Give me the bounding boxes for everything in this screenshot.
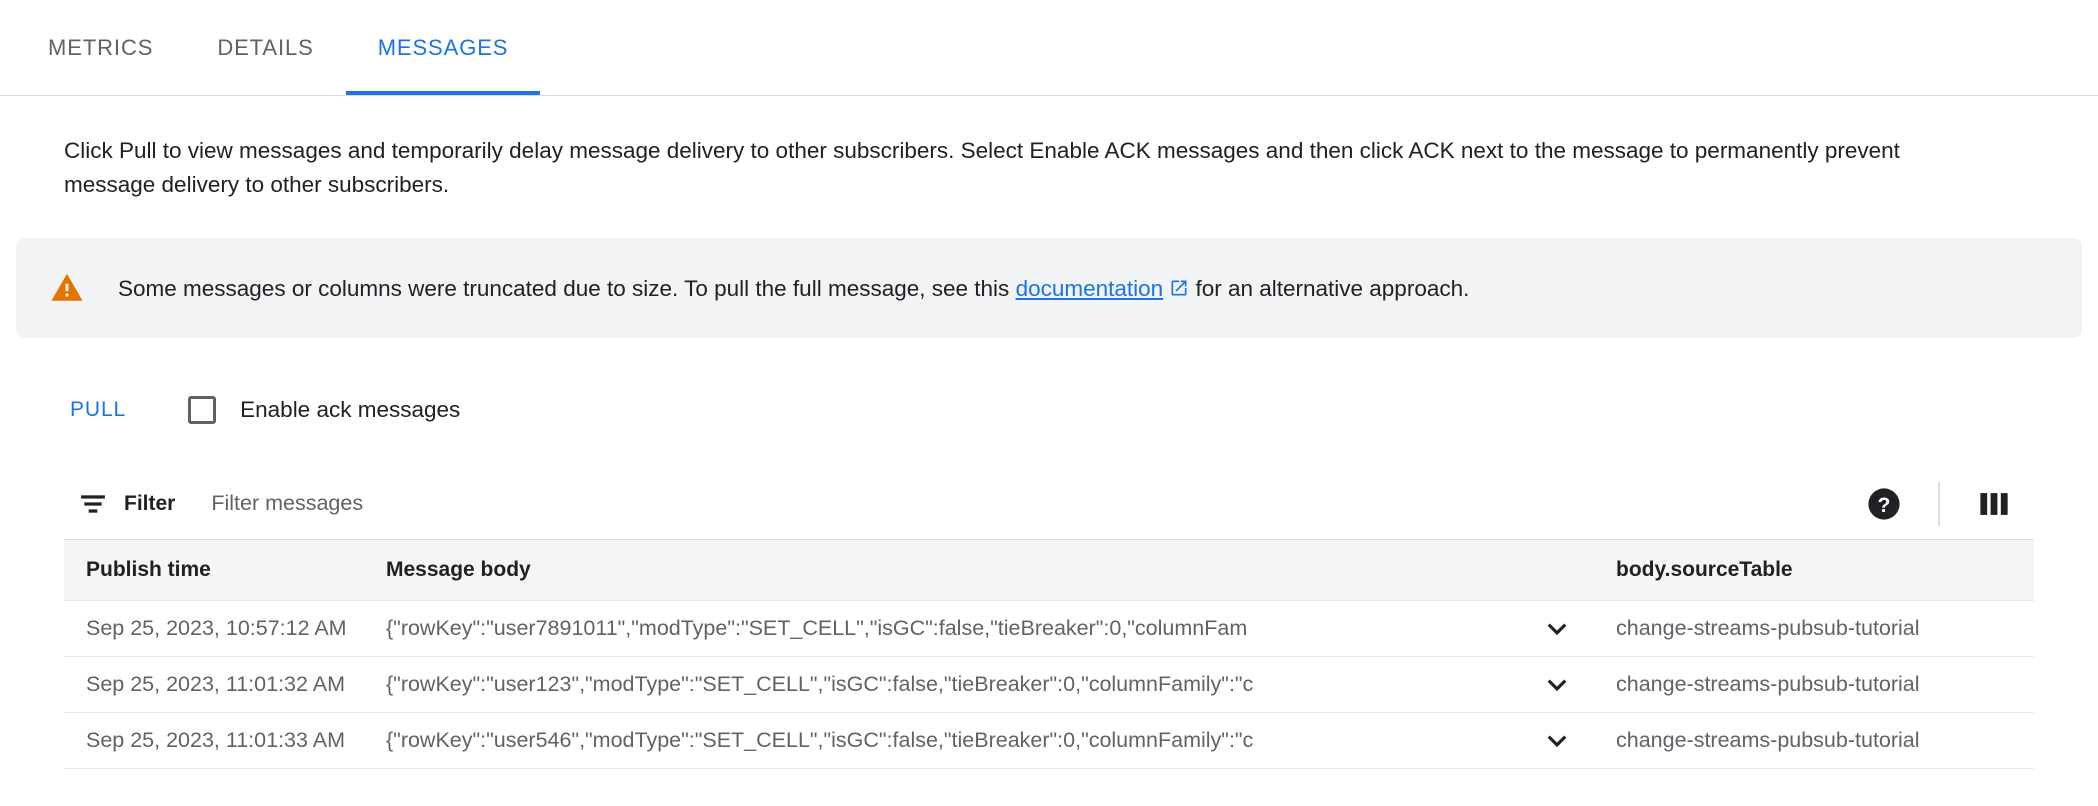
cell-expand[interactable]	[1498, 712, 1594, 769]
tab-bar: METRICS DETAILS MESSAGES	[0, 0, 2098, 96]
enable-ack-messages-checkbox[interactable]	[188, 396, 217, 425]
banner-text-before: Some messages or columns were truncated …	[118, 275, 1010, 301]
intro-description: Click Pull to view messages and temporar…	[64, 138, 1900, 198]
truncation-warning-banner: Some messages or columns were truncated …	[16, 238, 2082, 339]
table-header-row: Publish time Message body body.sourceTab…	[64, 540, 2034, 601]
filter-label: Filter	[124, 491, 176, 515]
banner-text-after: for an alternative approach.	[1195, 275, 1470, 301]
filter-bar-actions: ?	[1862, 481, 2016, 526]
warning-triangle-icon	[51, 274, 83, 302]
tab-messages[interactable]: MESSAGES	[345, 0, 541, 95]
svg-text:?: ?	[1878, 493, 1891, 517]
column-header-source-table[interactable]: body.sourceTable	[1594, 540, 2034, 601]
cell-message-body: {"rowKey":"user123","modType":"SET_CELL"…	[364, 656, 1498, 713]
cell-source-table: change-streams-pubsub-tutorial	[1594, 600, 2034, 657]
filter-messages-input[interactable]	[209, 490, 1862, 518]
column-display-icon[interactable]	[1977, 489, 2011, 519]
chevron-down-icon[interactable]	[1541, 724, 1573, 756]
cell-publish-time: Sep 25, 2023, 10:57:12 AM	[64, 600, 364, 657]
expand-row-button[interactable]	[1535, 662, 1579, 706]
documentation-link[interactable]: documentation	[1016, 276, 1164, 301]
banner-message: Some messages or columns were truncated …	[118, 273, 1469, 305]
cell-source-table: change-streams-pubsub-tutorial	[1594, 656, 2034, 713]
pull-button[interactable]: PULL	[64, 388, 132, 432]
filter-list-icon[interactable]	[80, 494, 106, 514]
messages-table-body: Sep 25, 2023, 10:57:12 AM {"rowKey":"use…	[64, 600, 2034, 769]
column-display-options-button[interactable]	[1972, 482, 2016, 526]
table-row[interactable]: Sep 25, 2023, 11:01:32 AM {"rowKey":"use…	[64, 656, 2034, 713]
external-link-icon[interactable]	[1169, 278, 1189, 298]
toolbar-divider	[1938, 481, 1940, 526]
cell-message-body: {"rowKey":"user546","modType":"SET_CELL"…	[364, 712, 1498, 769]
cell-expand[interactable]	[1498, 656, 1594, 713]
chevron-down-icon[interactable]	[1541, 612, 1573, 644]
tab-details[interactable]: DETAILS	[185, 0, 345, 95]
chevron-down-icon[interactable]	[1541, 668, 1573, 700]
cell-publish-time: Sep 25, 2023, 11:01:33 AM	[64, 712, 364, 769]
table-row[interactable]: Sep 25, 2023, 11:01:33 AM {"rowKey":"use…	[64, 712, 2034, 769]
help-button[interactable]: ?	[1862, 482, 1906, 526]
column-header-publish-time[interactable]: Publish time	[64, 540, 364, 601]
expand-row-button[interactable]	[1535, 718, 1579, 762]
column-header-message-body[interactable]: Message body	[364, 540, 1498, 601]
messages-table-card: Filter ? Publish time Mes	[64, 468, 2034, 769]
expand-row-button[interactable]	[1535, 606, 1579, 650]
cell-source-table: change-streams-pubsub-tutorial	[1594, 712, 2034, 769]
cell-publish-time: Sep 25, 2023, 11:01:32 AM	[64, 656, 364, 713]
table-row[interactable]: Sep 25, 2023, 10:57:12 AM {"rowKey":"use…	[64, 600, 2034, 657]
enable-ack-messages-label: Enable ack messages	[240, 397, 461, 423]
enable-ack-messages-control[interactable]: Enable ack messages	[188, 396, 461, 425]
filter-bar: Filter ?	[64, 468, 2034, 541]
help-circle-icon[interactable]: ?	[1867, 487, 1901, 521]
cell-message-body: {"rowKey":"user7891011","modType":"SET_C…	[364, 600, 1498, 657]
messages-table: Publish time Message body body.sourceTab…	[64, 540, 2034, 769]
pull-actions-row: PULL Enable ack messages	[0, 384, 2098, 436]
tab-metrics[interactable]: METRICS	[16, 0, 185, 95]
cell-expand[interactable]	[1498, 600, 1594, 657]
column-header-expand	[1498, 540, 1594, 601]
messages-table-head: Publish time Message body body.sourceTab…	[64, 540, 2034, 601]
